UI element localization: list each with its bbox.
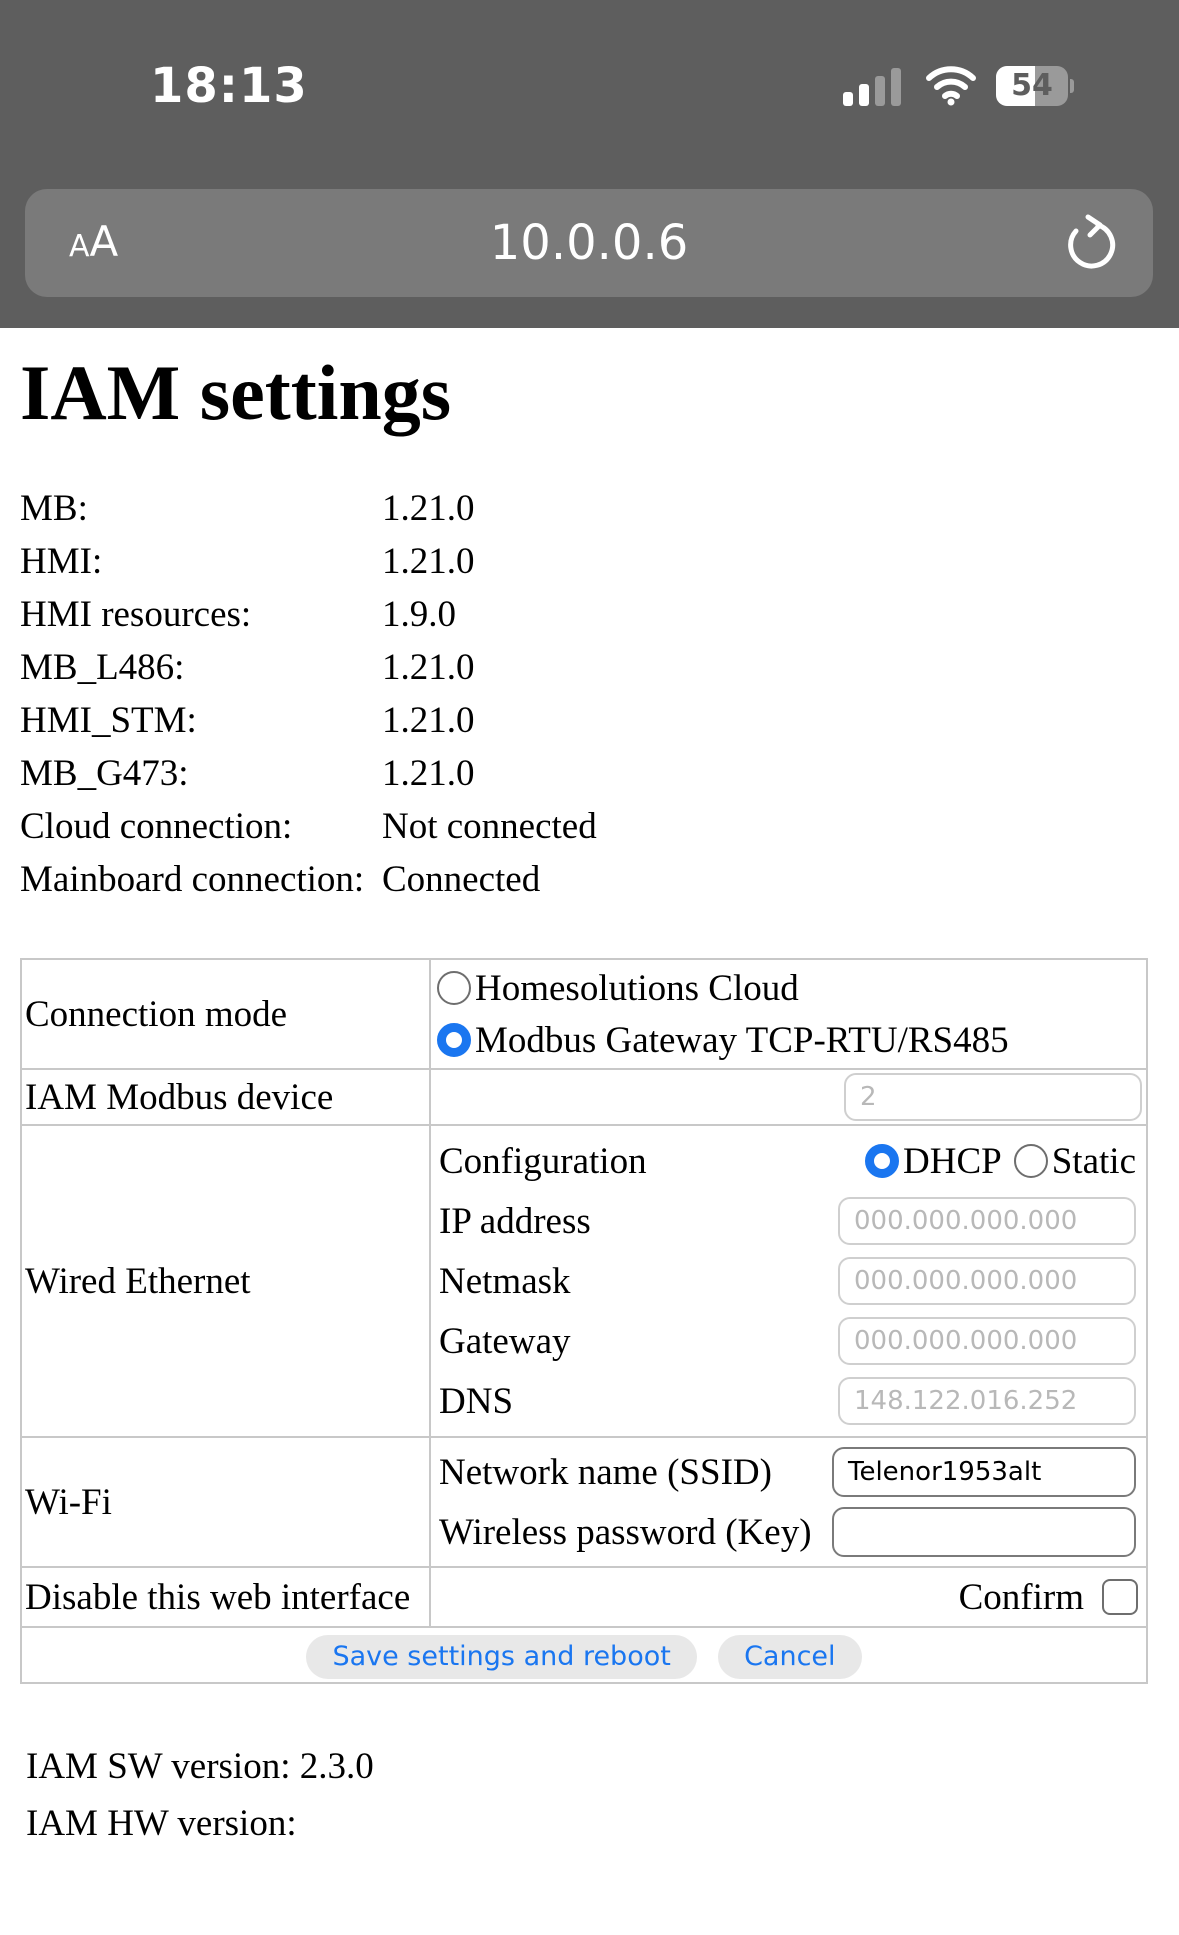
key-label: Wireless password (Key) — [439, 1511, 812, 1553]
info-row: Cloud connection: Not connected — [20, 806, 597, 847]
info-row: Mainboard connection: Connected — [20, 859, 541, 900]
radio-cloud[interactable] — [437, 971, 471, 1005]
ip-address-input[interactable]: 000.000.000.000 — [838, 1197, 1136, 1245]
address-bar[interactable]: AA 10.0.0.6 — [25, 189, 1153, 297]
battery-percent: 54 — [1011, 68, 1053, 103]
ip-label: IP address — [439, 1200, 591, 1242]
radio-dhcp[interactable] — [865, 1144, 900, 1178]
confirm-label: Confirm — [958, 1576, 1084, 1618]
confirm-checkbox[interactable] — [1102, 1579, 1138, 1615]
info-row: HMI resources: 1.9.0 — [20, 594, 456, 635]
radio-static[interactable] — [1013, 1144, 1048, 1178]
info-row: HMI: 1.21.0 — [20, 541, 475, 582]
info-row: HMI_STM: 1.21.0 — [20, 700, 475, 741]
reload-icon[interactable] — [1060, 213, 1120, 273]
gateway-label: Gateway — [439, 1320, 571, 1362]
radio-modbus[interactable] — [437, 1023, 471, 1057]
wifi-password-input[interactable] — [832, 1507, 1136, 1557]
battery-icon: 54 — [996, 66, 1074, 106]
settings-table: Connection mode Homesolutions Cloud Modb… — [20, 958, 1148, 1684]
disable-interface-label: Disable this web interface — [20, 1566, 431, 1628]
cellular-signal-icon — [843, 68, 903, 106]
cancel-button[interactable]: Cancel — [718, 1634, 862, 1679]
footer-versions: IAM SW version: 2.3.0 IAM HW version: — [26, 1745, 374, 1859]
page-title: IAM settings — [20, 349, 452, 436]
wifi-icon — [926, 66, 976, 106]
configuration-label: Configuration — [439, 1140, 647, 1182]
wifi-label: Wi-Fi — [20, 1436, 431, 1568]
netmask-input[interactable]: 000.000.000.000 — [838, 1257, 1136, 1305]
url-text[interactable]: 10.0.0.6 — [25, 215, 1153, 271]
info-row: MB: 1.21.0 — [20, 488, 475, 529]
modbus-device-input[interactable]: 2 — [844, 1073, 1142, 1121]
sw-version: IAM SW version: 2.3.0 — [26, 1746, 374, 1787]
connection-mode-modbus[interactable]: Modbus Gateway TCP-RTU/RS485 — [431, 1014, 1146, 1066]
wired-ethernet-label: Wired Ethernet — [20, 1124, 431, 1438]
dns-label: DNS — [439, 1380, 514, 1422]
info-row: MB_G473: 1.21.0 — [20, 753, 475, 794]
connection-mode-label: Connection mode — [20, 958, 431, 1070]
version-info: MB: 1.21.0 HMI: 1.21.0 HMI resources: 1.9.0… — [20, 487, 597, 911]
dns-input[interactable]: 148.122.016.252 — [838, 1377, 1136, 1425]
ssid-input[interactable]: Telenor1953alt — [832, 1447, 1136, 1497]
hw-version: IAM HW version: — [26, 1803, 297, 1844]
modbus-device-label: IAM Modbus device — [20, 1068, 431, 1126]
dhcp-label: DHCP — [903, 1140, 1002, 1182]
save-reboot-button[interactable]: Save settings and reboot — [306, 1634, 697, 1679]
status-time: 18:13 — [150, 58, 308, 114]
gateway-input[interactable]: 000.000.000.000 — [838, 1317, 1136, 1365]
static-label: Static — [1051, 1140, 1136, 1182]
browser-chrome: 18:13 54 AA 10.0.0.6 — [0, 0, 1179, 328]
connection-mode-cloud[interactable]: Homesolutions Cloud — [431, 962, 1146, 1014]
info-row: MB_L486: 1.21.0 — [20, 647, 475, 688]
ssid-label: Network name (SSID) — [439, 1451, 772, 1493]
netmask-label: Netmask — [439, 1260, 571, 1302]
